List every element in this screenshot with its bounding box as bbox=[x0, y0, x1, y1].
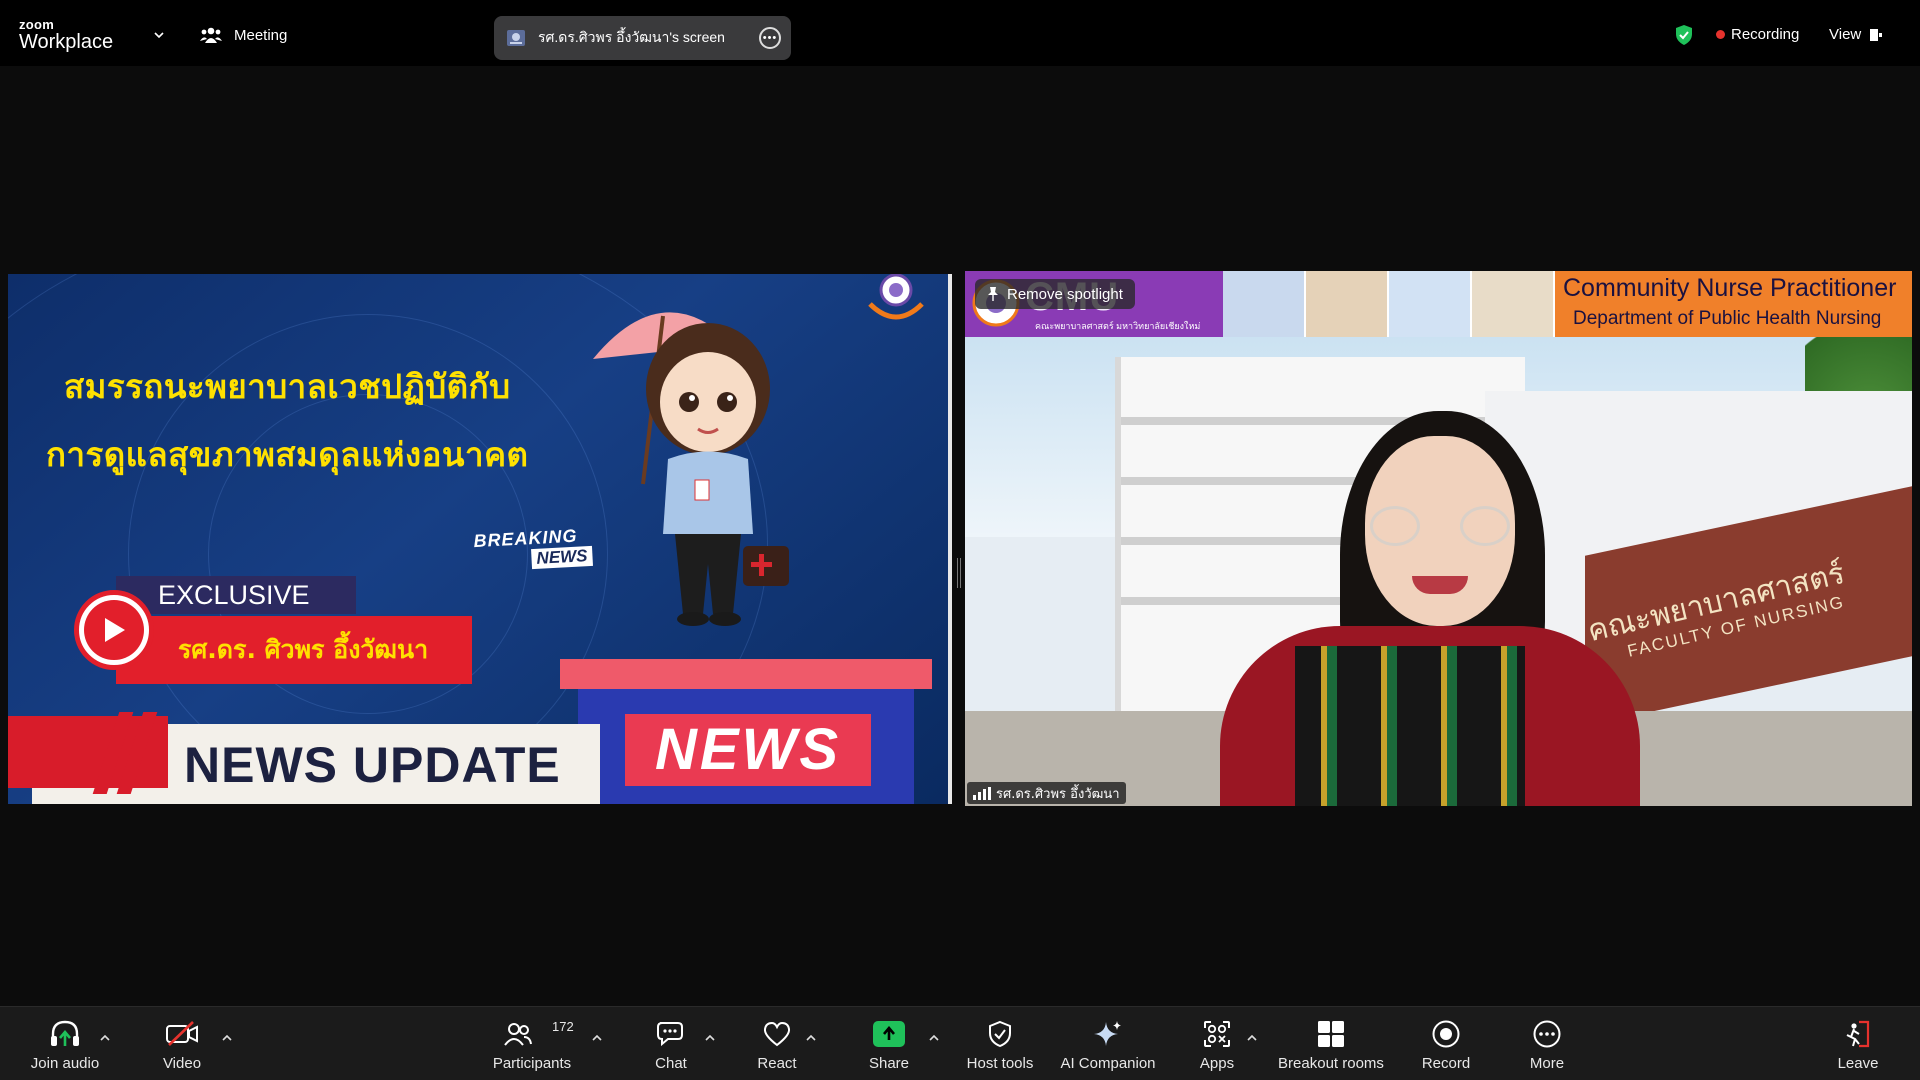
participants-icon bbox=[504, 1022, 532, 1046]
chevron-up-icon[interactable] bbox=[804, 1031, 818, 1045]
screen-share-label: รศ.ดร.ศิวพร อึ้งวัฒนา's screen bbox=[538, 29, 725, 45]
react-button[interactable]: React bbox=[754, 1007, 800, 1080]
video-label: Video bbox=[162, 1054, 202, 1072]
view-icon bbox=[1870, 28, 1883, 41]
speaker-shirt-pattern bbox=[1295, 646, 1525, 806]
sparkle-icon bbox=[1094, 1020, 1121, 1046]
breaking-news-word: NEWS bbox=[531, 545, 593, 570]
split-divider[interactable] bbox=[948, 274, 952, 804]
leave-button[interactable]: Leave bbox=[1834, 1007, 1882, 1080]
presenter-name-bar: รศ.ดร. ศิวพร อึ้งวัฒนา bbox=[116, 616, 472, 684]
meeting-icon bbox=[200, 27, 222, 43]
join-audio-button[interactable]: Join audio bbox=[24, 1007, 106, 1080]
view-label: View bbox=[1829, 26, 1862, 43]
headline-line-2: การดูแลสุขภาพสมดุลแห่งอนาคต bbox=[46, 435, 529, 474]
remove-spotlight-button[interactable]: Remove spotlight bbox=[975, 279, 1135, 309]
heart-icon bbox=[763, 1021, 791, 1046]
pin-icon bbox=[988, 287, 998, 301]
banner-photo-strip bbox=[1223, 271, 1555, 337]
speaker-video-tile[interactable]: คณะพยาบาลศาสตร์ FACULTY OF NURSING CMU ค… bbox=[965, 271, 1912, 806]
chat-button[interactable]: Chat bbox=[650, 1007, 692, 1080]
recording-label: Recording bbox=[1731, 26, 1800, 43]
chevron-up-icon[interactable] bbox=[1245, 1031, 1259, 1045]
screen-thumbnail-icon bbox=[507, 30, 525, 46]
share-label: Share bbox=[868, 1054, 910, 1072]
participant-name-tag: รศ.ดร.ศิวพร อึ้งวัฒนา bbox=[967, 782, 1126, 804]
banner-department-subtitle: Department of Public Health Nursing bbox=[1573, 308, 1882, 329]
meeting-toolbar: Join audio Video 172 Participants Chat R… bbox=[0, 1006, 1920, 1080]
breaking-news-stamp: BREAKING NEWS bbox=[473, 525, 593, 572]
shield-check-icon[interactable] bbox=[1674, 24, 1694, 46]
headline-line-1: สมรรถนะพยาบาลเวชปฏิบัติกับ bbox=[64, 367, 511, 406]
recording-indicator[interactable]: Recording bbox=[1716, 26, 1799, 43]
logo-workplace-text: Workplace bbox=[19, 31, 114, 53]
banner-community-nurse-title: Community Nurse Practitioner bbox=[1563, 274, 1897, 302]
shared-screen: สมรรถนะพยาบาลเวชปฏิบัติกับ การดูแลสุขภาพ… bbox=[8, 274, 950, 804]
video-off-icon bbox=[166, 1020, 198, 1046]
meeting-info-button[interactable]: Meeting bbox=[200, 26, 287, 44]
apps-label: Apps bbox=[1199, 1054, 1235, 1072]
participants-button[interactable]: 172 Participants bbox=[488, 1007, 576, 1080]
record-button[interactable]: Record bbox=[1420, 1007, 1472, 1080]
logo-zoom-text: zoom bbox=[19, 17, 55, 32]
chevron-up-icon[interactable] bbox=[590, 1031, 604, 1045]
leave-label: Leave bbox=[1837, 1054, 1879, 1072]
split-drag-handle[interactable] bbox=[957, 558, 961, 588]
glasses-left bbox=[1370, 506, 1420, 546]
breakout-rooms-button[interactable]: Breakout rooms bbox=[1276, 1007, 1386, 1080]
chevron-up-icon[interactable] bbox=[927, 1031, 941, 1045]
apps-button[interactable]: Apps bbox=[1196, 1007, 1238, 1080]
chevron-down-icon[interactable] bbox=[153, 29, 165, 41]
ai-companion-label: AI Companion bbox=[1060, 1054, 1156, 1072]
shield-icon bbox=[989, 1020, 1011, 1047]
exclusive-tab: EXCLUSIVE bbox=[116, 576, 356, 614]
faculty-seal-logo bbox=[868, 274, 924, 320]
recording-dot-icon bbox=[1716, 30, 1725, 39]
react-label: React bbox=[757, 1054, 797, 1072]
join-audio-label: Join audio bbox=[30, 1054, 100, 1072]
grid-icon bbox=[1318, 1020, 1344, 1047]
zoom-meeting-window: zoom Workplace Meeting รศ.ดร.ศิวพร อึ้งว… bbox=[0, 0, 1920, 1080]
host-tools-label: Host tools bbox=[966, 1054, 1034, 1072]
play-icon bbox=[74, 590, 154, 670]
chevron-up-icon[interactable] bbox=[98, 1031, 112, 1045]
signal-icon bbox=[973, 786, 991, 800]
breakout-rooms-label: Breakout rooms bbox=[1278, 1054, 1384, 1072]
more-button[interactable]: More bbox=[1526, 1007, 1568, 1080]
glasses-right bbox=[1460, 506, 1510, 546]
top-bar: zoom Workplace Meeting รศ.ดร.ศิวพร อึ้งว… bbox=[0, 0, 1920, 66]
more-label: More bbox=[1529, 1054, 1565, 1072]
banner-department-block: Community Nurse Practitioner Department … bbox=[1555, 271, 1912, 337]
more-icon bbox=[1533, 1020, 1561, 1047]
meeting-label: Meeting bbox=[234, 26, 288, 44]
participant-name: รศ.ดร.ศิวพร อึ้งวัฒนา bbox=[996, 786, 1120, 802]
chat-icon bbox=[657, 1021, 683, 1046]
apps-icon bbox=[1204, 1020, 1230, 1047]
participant-count: 172 bbox=[552, 1018, 574, 1034]
nurse-cartoon-illustration bbox=[593, 312, 789, 626]
share-button[interactable]: Share bbox=[866, 1007, 912, 1080]
news-label-box: NEWS bbox=[625, 714, 871, 786]
chat-label: Chat bbox=[655, 1054, 687, 1072]
view-button[interactable]: View bbox=[1829, 26, 1883, 43]
chevron-up-icon[interactable] bbox=[703, 1031, 717, 1045]
more-options-icon[interactable]: ••• bbox=[759, 27, 781, 49]
share-up-icon bbox=[873, 1020, 905, 1047]
news-update-text: NEWS UPDATE bbox=[184, 737, 561, 793]
news-stand-top bbox=[560, 659, 932, 689]
screen-share-indicator[interactable]: รศ.ดร.ศิวพร อึ้งวัฒนา's screen ••• bbox=[494, 16, 791, 60]
record-icon bbox=[1432, 1020, 1460, 1047]
leave-icon bbox=[1846, 1020, 1870, 1047]
participants-label: Participants bbox=[492, 1054, 572, 1072]
chevron-up-icon[interactable] bbox=[220, 1031, 234, 1045]
banner-subtitle: คณะพยาบาลศาสตร์ มหาวิทยาลัยเชียงใหม่ bbox=[1035, 321, 1201, 331]
video-button[interactable]: Video bbox=[150, 1007, 214, 1080]
ai-companion-button[interactable]: AI Companion bbox=[1060, 1007, 1156, 1080]
remove-spotlight-label: Remove spotlight bbox=[1007, 285, 1123, 303]
zoom-workplace-logo[interactable]: zoom Workplace bbox=[19, 18, 113, 53]
headphone-icon bbox=[51, 1020, 79, 1046]
record-label: Record bbox=[1421, 1054, 1471, 1072]
host-tools-button[interactable]: Host tools bbox=[966, 1007, 1034, 1080]
